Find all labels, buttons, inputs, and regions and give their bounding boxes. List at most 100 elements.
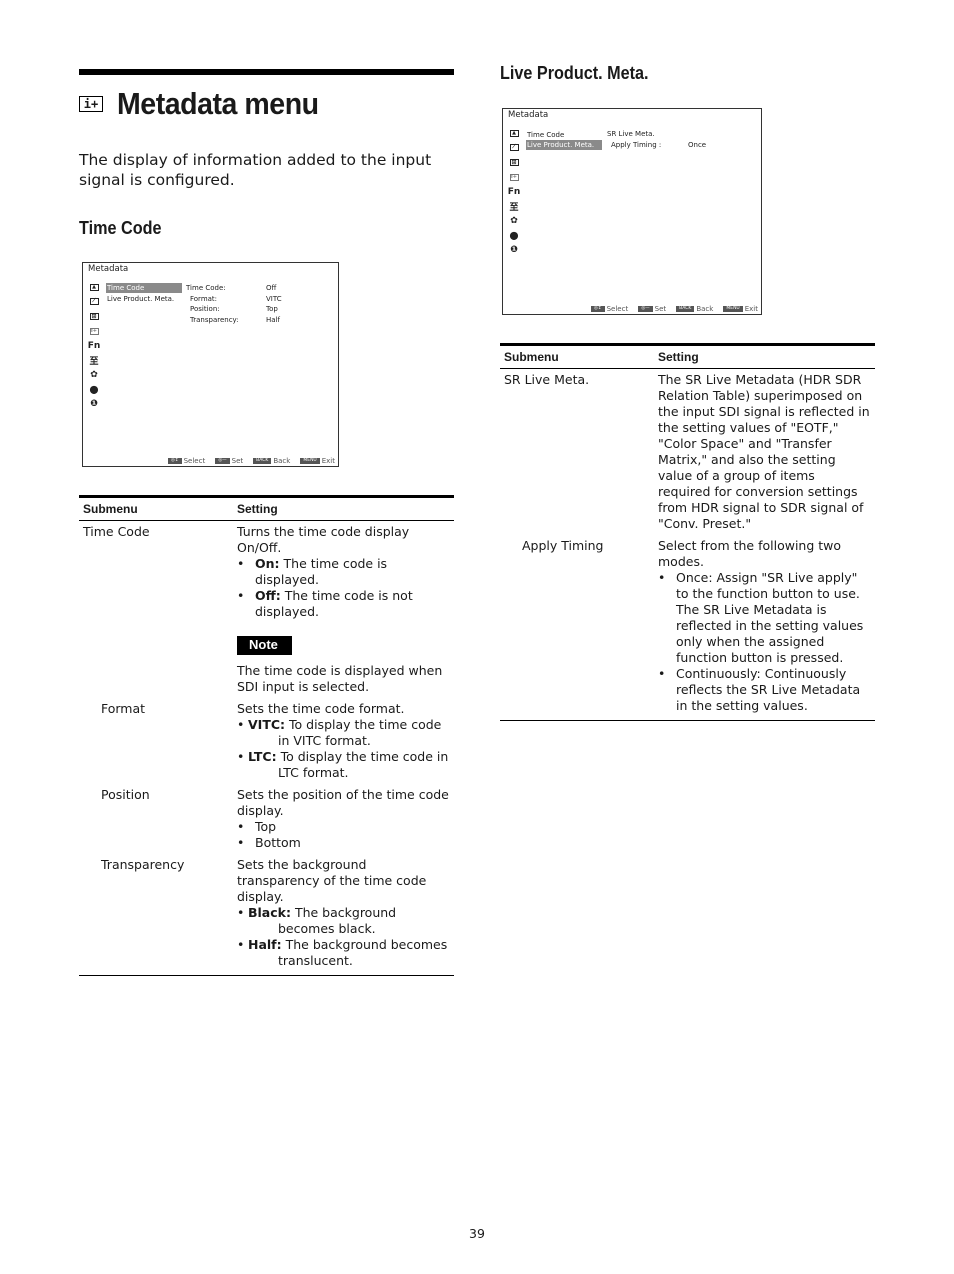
screen-icon-column: ▲ ⟋ ⊞ i+ Fn 至 ✿ ⬤ ❶ <box>507 126 521 257</box>
footer-exit: MENU Exit <box>300 457 335 465</box>
setting-cell: Select from the following two modes. • On… <box>654 538 875 721</box>
screen-title: Metadata <box>88 264 129 274</box>
setting-description: Select from the following two modes. <box>658 538 842 569</box>
wrench-icon: ⬤ <box>89 384 99 394</box>
fn-icon: Fn <box>507 186 521 197</box>
setting-description: Sets the background transparency of the … <box>237 857 427 904</box>
footer-select: ◎↕ Select <box>590 305 629 313</box>
menu-item-time-code[interactable]: Time Code <box>106 283 182 293</box>
grid-icon: ⊞ <box>89 312 99 320</box>
footer-back-label: Back <box>696 305 714 313</box>
bullet-term: Black: <box>248 905 291 920</box>
setting-cell: The SR Live Metadata (HDR SDR Relation T… <box>658 372 870 531</box>
bullet-term: On: <box>255 556 280 571</box>
fn-icon: Fn <box>87 340 101 351</box>
screen-footer: ◎↕ Select ◎— Set BACK Back MENU Exit <box>162 457 335 465</box>
bullet-item: • Top <box>237 819 277 834</box>
footer-exit-label: Exit <box>744 305 758 313</box>
screen-icon-column: ▲ ⟋ ⊞ i+ Fn 至 ✿ ⬤ ❶ <box>87 280 101 411</box>
footer-back: BACK Back <box>676 305 713 313</box>
setting-label-format: Format: <box>190 294 218 303</box>
bullet-term: Half: <box>248 937 282 952</box>
set-key-icon: ◎— <box>215 458 230 464</box>
graph-icon: ⟋ <box>87 295 101 310</box>
menu-screen-live-product-meta: Metadata ▲ ⟋ ⊞ i+ Fn 至 ✿ ⬤ ❶ Time Code L… <box>502 108 762 315</box>
footer-select-label: Select <box>183 457 206 465</box>
bullet-item: • Black: The background becomes black. <box>237 905 397 936</box>
footer-select: ◎↕ Select <box>167 457 206 465</box>
menu-screen-time-code: Metadata ▲ ⟋ ⊞ i+ Fn 至 ✿ ⬤ ❶ Time Code L… <box>82 262 339 467</box>
gear-icon: ✿ <box>510 215 518 226</box>
menu-item-time-code[interactable]: Time Code <box>526 130 602 140</box>
table-row: Time Code Turns the time code display On… <box>79 521 454 702</box>
bullet-text: Continuously: Continuously reflects the … <box>676 666 861 713</box>
setting-value-time-code[interactable]: Off <box>266 284 276 292</box>
bullet-text: Bottom <box>255 835 301 850</box>
menu-key-icon: MENU <box>723 306 743 312</box>
layout-icon: 至 <box>509 202 519 213</box>
setting-description: Sets the position of the time code displ… <box>237 787 449 818</box>
metadata-icon: i+ <box>509 173 519 181</box>
right-column: Live Product. Meta. Metadata ▲ ⟋ ⊞ i+ Fn… <box>500 63 875 721</box>
bullet-term: Off: <box>255 588 281 603</box>
setting-label-apply-timing: Apply Timing : <box>611 140 662 149</box>
title-row: i+ Metadata menu <box>79 86 454 122</box>
setting-label-sr-live-meta: SR Live Meta. <box>607 130 655 138</box>
bullet-item: • Off: The time code is not displayed. <box>237 588 413 619</box>
intro-text: The display of information added to the … <box>79 151 432 189</box>
setting-value-position[interactable]: Top <box>266 305 278 313</box>
screen-title: Metadata <box>508 110 549 120</box>
select-key-icon: ◎↕ <box>590 306 605 312</box>
menu-item-live-product-meta[interactable]: Live Product. Meta. <box>526 140 602 150</box>
setting-value-transparency[interactable]: Half <box>266 316 280 324</box>
setting-label-position: Position: <box>190 305 220 313</box>
bullet-text: The background becomes black. <box>278 905 397 936</box>
menu-key-icon: MENU <box>300 458 320 464</box>
title-rule <box>79 69 454 75</box>
footer-exit: MENU Exit <box>723 305 758 313</box>
note-text: The time code is displayed when SDI inpu… <box>237 663 443 694</box>
setting-cell: Sets the time code format. • VITC: To dis… <box>233 701 454 787</box>
bullet-item: • Once: Assign "SR Live apply" to the fun… <box>658 570 871 666</box>
section-heading-live-product-meta: Live Product. Meta. <box>500 63 649 83</box>
screen-footer: ◎↕ Select ◎— Set BACK Back MENU Exit <box>585 305 758 313</box>
footer-set-label: Set <box>231 457 244 465</box>
submenu-cell: Apply Timing <box>500 538 654 721</box>
bullet-item: • Continuously: Continuously reflects the… <box>658 666 871 714</box>
metadata-icon: i+ <box>89 327 99 335</box>
table-header-row: Submenu Setting <box>500 343 875 369</box>
layout-icon: 至 <box>89 356 99 367</box>
left-column: i+ Metadata menu The display of informat… <box>79 69 454 976</box>
table-header-row: Submenu Setting <box>79 495 454 521</box>
picture-icon: ▲ <box>87 280 101 295</box>
setting-cell: Sets the background transparency of the … <box>233 857 454 976</box>
menu-item-live-product-meta[interactable]: Live Product. Meta. <box>106 294 182 304</box>
table-row: Apply Timing Select from the following t… <box>500 538 875 721</box>
submenu-cell: Time Code <box>83 524 150 539</box>
submenu-cell: Transparency <box>79 857 233 976</box>
page-title: Metadata menu <box>117 86 319 121</box>
bullet-text: To display the time code in LTC format. <box>278 749 449 780</box>
picture-icon: ▲ <box>507 126 521 141</box>
submenu-cell: Format <box>101 701 146 716</box>
setting-description: Sets the time code format. <box>237 701 405 716</box>
info-icon: ❶ <box>90 399 98 410</box>
set-key-icon: ◎— <box>638 306 653 312</box>
bullet-item: • On: The time code is displayed. <box>237 556 388 587</box>
footer-select-label: Select <box>606 305 629 313</box>
bullet-item: • VITC: To display the time code in VITC … <box>237 717 442 748</box>
setting-value-apply-timing[interactable]: Once <box>688 141 706 149</box>
setting-value-format[interactable]: VITC <box>266 295 282 303</box>
bullet-item: • Bottom <box>237 835 301 850</box>
bullet-term: VITC: <box>248 717 286 732</box>
time-code-table: Submenu Setting Time Code Turns the time… <box>79 495 454 976</box>
metadata-menu-icon: i+ <box>79 96 103 112</box>
column-header-submenu: Submenu <box>79 495 233 521</box>
setting-description: Turns the time code display On/Off. <box>237 524 410 555</box>
column-header-setting: Setting <box>233 495 454 521</box>
wrench-icon: ⬤ <box>509 230 519 240</box>
bullet-text: The background becomes translucent. <box>278 937 448 968</box>
column-header-setting: Setting <box>654 343 875 369</box>
setting-cell: Turns the time code display On/Off. • On:… <box>233 521 454 702</box>
footer-set-label: Set <box>654 305 667 313</box>
